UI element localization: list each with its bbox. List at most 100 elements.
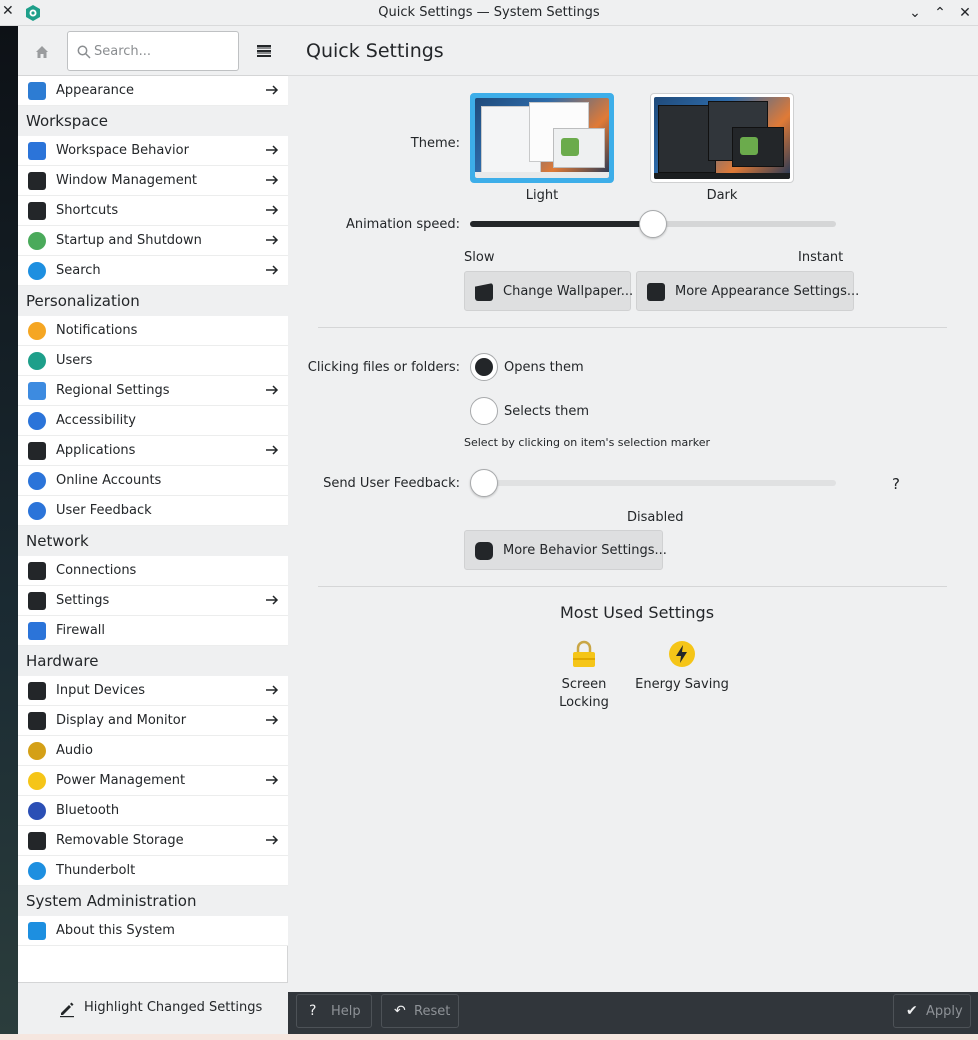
- sidebar-item-applications[interactable]: Applications: [18, 436, 288, 466]
- theme-light-card[interactable]: [470, 93, 614, 183]
- sidebar-item-users[interactable]: Users: [18, 346, 288, 376]
- sidebar-item-connections[interactable]: Connections: [18, 556, 288, 586]
- sidebar-item-settings[interactable]: Settings: [18, 586, 288, 616]
- sidebar-item-label: Startup and Shutdown: [56, 233, 202, 248]
- apply-button[interactable]: ✔ Apply: [893, 994, 971, 1028]
- sidebar-category-label: System Administration: [26, 892, 197, 910]
- sidebar-item-search[interactable]: Search: [18, 256, 288, 286]
- sidebar-item-label: Display and Monitor: [56, 713, 187, 728]
- send-feedback-label: Send User Feedback:: [323, 476, 460, 491]
- page-title: Quick Settings: [306, 40, 444, 62]
- thunderbolt-icon: [28, 862, 46, 880]
- search-icon: [77, 45, 91, 59]
- connections-icon: [28, 562, 46, 580]
- arrow-right-icon: [264, 202, 280, 218]
- most-used-screen-locking[interactable]: Screen Locking: [544, 640, 624, 712]
- sidebar-category: Network: [18, 526, 288, 556]
- theme-label: Theme:: [410, 136, 460, 151]
- sidebar-item-label: Connections: [56, 563, 137, 578]
- sidebar-item-shortcuts[interactable]: Shortcuts: [18, 196, 288, 226]
- feedback-help-icon[interactable]: ?: [892, 475, 900, 493]
- bluetooth-icon: [28, 802, 46, 820]
- sidebar-item-label: Power Management: [56, 773, 186, 788]
- minimize-button[interactable]: ⌄: [906, 4, 924, 22]
- arrow-right-icon: [264, 262, 280, 278]
- opens-them-label: Opens them: [504, 360, 584, 375]
- change-wallpaper-button[interactable]: Change Wallpaper...: [464, 271, 633, 311]
- sidebar-item-appearance[interactable]: Appearance: [18, 76, 288, 106]
- sidebar-item-startup-and-shutdown[interactable]: Startup and Shutdown: [18, 226, 288, 256]
- sidebar-item-power-management[interactable]: Power Management: [18, 766, 288, 796]
- sidebar-item-notifications[interactable]: Notifications: [18, 316, 288, 346]
- sidebar-item-user-feedback[interactable]: User Feedback: [18, 496, 288, 526]
- sidebar-item-audio[interactable]: Audio: [18, 736, 288, 766]
- selects-them-radio[interactable]: [470, 397, 498, 425]
- sidebar-item-online-accounts[interactable]: Online Accounts: [18, 466, 288, 496]
- hamburger-menu-icon[interactable]: [254, 41, 274, 61]
- more-appearance-settings-button[interactable]: More Appearance Settings...: [636, 271, 859, 311]
- sidebar-item-label: Search: [56, 263, 101, 278]
- bell-icon: [28, 322, 46, 340]
- sidebar-category-label: Workspace: [26, 112, 108, 130]
- sidebar-category-label: Network: [26, 532, 89, 550]
- more-behavior-settings-button[interactable]: More Behavior Settings...: [464, 530, 667, 570]
- opens-them-radio[interactable]: [470, 353, 498, 381]
- sidebar-item-display-and-monitor[interactable]: Display and Monitor: [18, 706, 288, 736]
- feedback-handle[interactable]: [470, 469, 498, 497]
- sidebar-item-about-this-system[interactable]: About this System: [18, 916, 288, 946]
- sidebar-item-accessibility[interactable]: Accessibility: [18, 406, 288, 436]
- sidebar-item-label: Input Devices: [56, 683, 146, 698]
- sidebar-item-label: Bluetooth: [56, 803, 120, 818]
- sidebar-category: System Administration: [18, 886, 288, 916]
- sidebar-item-input-devices[interactable]: Input Devices: [18, 676, 288, 706]
- theme-dark-card[interactable]: [650, 93, 794, 183]
- reset-button[interactable]: ↶ Reset: [381, 994, 459, 1028]
- search-field[interactable]: [67, 31, 239, 71]
- close-button[interactable]: ✕: [956, 4, 974, 22]
- sidebar-category: Hardware: [18, 646, 288, 676]
- feedback-track[interactable]: [470, 480, 836, 486]
- apply-label: Apply: [926, 1004, 963, 1019]
- sidebar-item-removable-storage[interactable]: Removable Storage: [18, 826, 288, 856]
- workspace-behavior-icon: [28, 142, 46, 160]
- sidebar-item-window-management[interactable]: Window Management: [18, 166, 288, 196]
- selects-them-label: Selects them: [504, 404, 590, 419]
- user-feedback-icon: [28, 502, 46, 520]
- info-icon: [28, 922, 46, 940]
- sidebar-item-thunderbolt[interactable]: Thunderbolt: [18, 856, 288, 886]
- storage-icon: [28, 832, 46, 850]
- arrow-right-icon: [264, 772, 280, 788]
- maximize-button[interactable]: ⌃: [931, 4, 949, 22]
- search-input[interactable]: [94, 41, 234, 61]
- network-settings-icon: [28, 592, 46, 610]
- arrow-right-icon: [264, 442, 280, 458]
- sidebar-item-label: Window Management: [56, 173, 198, 188]
- section-divider: [318, 327, 947, 328]
- sidebar-item-firewall[interactable]: Firewall: [18, 616, 288, 646]
- firewall-icon: [28, 622, 46, 640]
- help-button[interactable]: ? Help: [296, 994, 372, 1028]
- search-icon: [28, 262, 46, 280]
- home-icon[interactable]: [32, 42, 52, 62]
- applications-icon: [28, 442, 46, 460]
- speaker-icon: [28, 742, 46, 760]
- sidebar-item-workspace-behavior[interactable]: Workspace Behavior: [18, 136, 288, 166]
- mouse-icon: [28, 682, 46, 700]
- sidebar-item-regional-settings[interactable]: Regional Settings: [18, 376, 288, 406]
- window-title: Quick Settings — System Settings: [378, 5, 600, 20]
- sidebar-category-label: Personalization: [26, 292, 140, 310]
- sidebar-item-label: Firewall: [56, 623, 106, 638]
- arrow-right-icon: [264, 682, 280, 698]
- sidebar-item-bluetooth[interactable]: Bluetooth: [18, 796, 288, 826]
- sidebar-item-label: Shortcuts: [56, 203, 119, 218]
- animation-speed-handle[interactable]: [639, 210, 667, 238]
- arrow-right-icon: [264, 712, 280, 728]
- most-used-energy-saving[interactable]: Energy Saving: [634, 640, 730, 694]
- sidebar-item-label: Audio: [56, 743, 93, 758]
- screen-locking-label: Screen Locking: [559, 677, 609, 710]
- sidebar-item-label: Online Accounts: [56, 473, 162, 488]
- sidebar-item-label: Notifications: [56, 323, 138, 338]
- sidebar-category: Workspace: [18, 106, 288, 136]
- undo-icon: ↶: [394, 1003, 406, 1019]
- sidebar-category-label: Hardware: [26, 652, 99, 670]
